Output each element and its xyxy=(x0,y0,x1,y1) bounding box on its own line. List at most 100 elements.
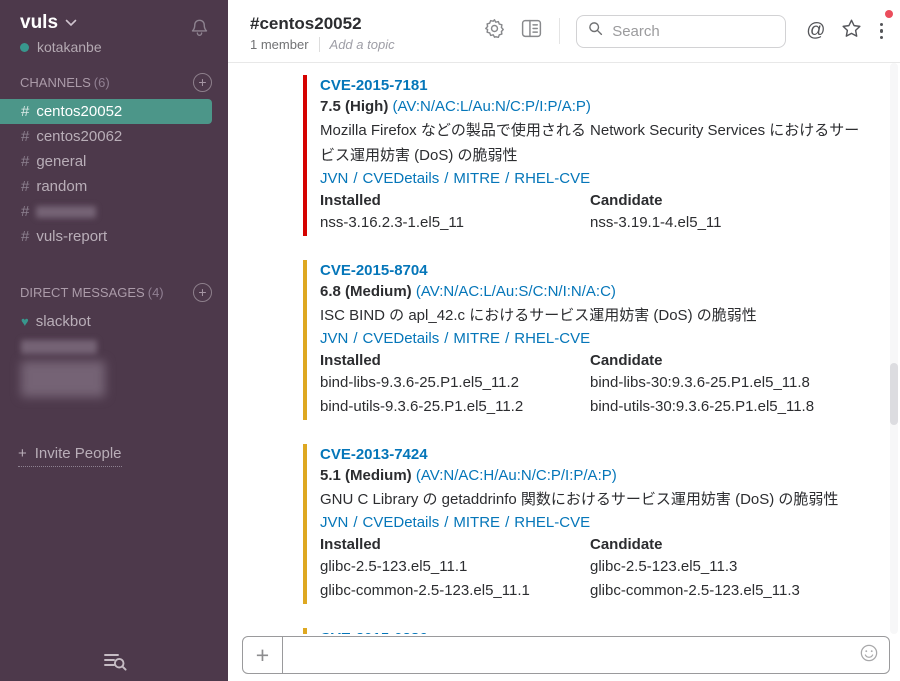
cvedetails-link[interactable]: CVEDetails xyxy=(363,514,440,531)
starred-items-button[interactable] xyxy=(840,17,863,45)
star-icon xyxy=(840,17,863,45)
channel-label: centos20052 xyxy=(36,103,122,120)
sidebar-item-redacted-dm-2[interactable] xyxy=(0,359,212,403)
dm-list: ♥ slackbot xyxy=(0,309,228,403)
cve-link[interactable]: CVE-2013-7424 xyxy=(320,444,872,465)
mentions-button[interactable]: @ xyxy=(806,21,825,41)
mitre-link[interactable]: MITRE xyxy=(453,170,500,187)
cve-link[interactable]: CVE-2015-7181 xyxy=(320,75,872,96)
flexpane-toggle-button[interactable] xyxy=(520,17,543,45)
cve-attachment: CVE-2013-7424 5.1 (Medium) (AV:N/AC:H/Au… xyxy=(303,444,872,604)
jvn-link[interactable]: JVN xyxy=(320,170,348,187)
sidebar-item-general[interactable]: # general xyxy=(0,149,212,174)
candidate-package: glibc-common-2.5-123.el5_11.3 xyxy=(590,580,872,601)
cve-message: CVE-2015-7181 7.5 (High) (AV:N/AC:L/Au:N… xyxy=(303,75,872,236)
hash-icon: # xyxy=(21,128,29,145)
dms-header: DIRECT MESSAGES(4) xyxy=(20,285,164,300)
cve-link[interactable]: CVE-2015-8704 xyxy=(320,260,872,281)
main-panel: #centos20052 1 member Add a topic xyxy=(228,0,900,681)
cve-attachment: CVE-2015-0286 xyxy=(303,628,872,634)
channel-list: # centos20052 # centos20062 # general # … xyxy=(0,99,228,249)
scrollbar-thumb[interactable] xyxy=(890,363,898,425)
sidebar-item-slackbot[interactable]: ♥ slackbot xyxy=(0,309,212,334)
installed-label: Installed xyxy=(320,534,590,556)
member-count[interactable]: 1 member xyxy=(250,37,309,52)
channel-search-icon[interactable] xyxy=(0,650,228,673)
workspace-menu[interactable]: vuls xyxy=(20,12,102,34)
candidate-label: Candidate xyxy=(590,190,872,212)
cvedetails-link[interactable]: CVEDetails xyxy=(363,170,440,187)
sidebar-item-redacted-dm-1[interactable] xyxy=(0,334,212,359)
search-icon xyxy=(588,21,603,41)
sidebar-item-centos20052[interactable]: # centos20052 xyxy=(0,99,212,124)
sidebar-item-random[interactable]: # random xyxy=(0,174,212,199)
dm-label: slackbot xyxy=(36,313,91,330)
cve-link[interactable]: CVE-2015-0286 xyxy=(320,628,872,634)
cve-attachment: CVE-2015-7181 7.5 (High) (AV:N/AC:L/Au:N… xyxy=(303,75,872,236)
jvn-link[interactable]: JVN xyxy=(320,514,348,531)
message-input[interactable] xyxy=(283,637,859,673)
channels-section: CHANNELS(6) + # centos20052 # centos2006… xyxy=(0,73,228,249)
message-list: CVE-2015-7181 7.5 (High) (AV:N/AC:L/Au:N… xyxy=(228,63,900,634)
sidebar-item-centos20062[interactable]: # centos20062 xyxy=(0,124,212,149)
attach-file-button[interactable]: + xyxy=(243,637,283,673)
more-menu-button[interactable] xyxy=(877,21,887,42)
candidate-field: Candidate bind-libs-30:9.3.6-25.P1.el5_1… xyxy=(590,350,872,420)
installed-package: bind-libs-9.3.6-25.P1.el5_11.2 xyxy=(320,372,590,393)
jvn-link[interactable]: JVN xyxy=(320,330,348,347)
invite-people-label: Invite People xyxy=(35,445,122,462)
slack-app: vuls kotakanbe CHANNELS(6) + xyxy=(0,0,900,681)
meta-divider xyxy=(319,37,320,52)
sidebar-item-redacted-channel[interactable]: # xyxy=(0,199,212,224)
workspace-name: vuls xyxy=(20,12,58,34)
mitre-link[interactable]: MITRE xyxy=(453,330,500,347)
installed-label: Installed xyxy=(320,350,590,372)
channel-settings-button[interactable] xyxy=(483,17,506,45)
candidate-package: bind-utils-30:9.3.6-25.P1.el5_11.8 xyxy=(590,396,872,417)
notifications-bell-icon[interactable] xyxy=(189,17,210,44)
channel-label: vuls-report xyxy=(36,228,107,245)
search-box[interactable] xyxy=(576,15,786,48)
current-user[interactable]: kotakanbe xyxy=(20,39,102,55)
emoji-button[interactable] xyxy=(859,643,879,668)
candidate-package: nss-3.19.1-4.el5_11 xyxy=(590,212,872,233)
notification-dot xyxy=(885,10,893,18)
cvss-vector-link[interactable]: (AV:N/AC:L/Au:S/C:N/I:N/A:C) xyxy=(416,283,616,300)
channel-label: random xyxy=(36,178,87,195)
add-topic-button[interactable]: Add a topic xyxy=(330,37,395,52)
current-user-name: kotakanbe xyxy=(37,39,102,55)
add-dm-button[interactable]: + xyxy=(193,283,212,302)
chevron-down-icon xyxy=(65,14,77,32)
cvss-score: 6.8 (Medium) xyxy=(320,283,412,300)
presence-dot xyxy=(20,43,29,52)
cve-reference-links: JVN/CVEDetails/MITRE/RHEL-CVE xyxy=(320,328,872,350)
channels-header: CHANNELS(6) xyxy=(20,75,110,90)
candidate-package: bind-libs-30:9.3.6-25.P1.el5_11.8 xyxy=(590,372,872,393)
workspace-header: vuls kotakanbe xyxy=(0,0,228,55)
cve-message: CVE-2015-0286 xyxy=(303,628,872,634)
sidebar-item-vuls-report[interactable]: # vuls-report xyxy=(0,224,212,249)
dms-count: (4) xyxy=(148,285,164,300)
search-input[interactable] xyxy=(612,23,774,40)
mitre-link[interactable]: MITRE xyxy=(453,514,500,531)
cvedetails-link[interactable]: CVEDetails xyxy=(363,330,440,347)
add-channel-button[interactable]: + xyxy=(193,73,212,92)
rhel-cve-link[interactable]: RHEL-CVE xyxy=(514,170,590,187)
candidate-package: glibc-2.5-123.el5_11.3 xyxy=(590,556,872,577)
candidate-label: Candidate xyxy=(590,350,872,372)
cvss-score: 7.5 (High) xyxy=(320,98,388,115)
rhel-cve-link[interactable]: RHEL-CVE xyxy=(514,330,590,347)
gear-icon xyxy=(483,17,506,45)
cvss-vector-link[interactable]: (AV:N/AC:H/Au:N/C:P/I:P/A:P) xyxy=(416,467,617,484)
details-pane-icon xyxy=(520,17,543,45)
installed-package: nss-3.16.2.3-1.el5_11 xyxy=(320,212,590,233)
invite-people-button[interactable]: + Invite People xyxy=(18,445,228,467)
direct-messages-section: DIRECT MESSAGES(4) + ♥ slackbot xyxy=(0,283,228,403)
redacted-dm-name xyxy=(21,361,105,397)
cvss-vector-link[interactable]: (AV:N/AC:L/Au:N/C:P/I:P/A:P) xyxy=(393,98,591,115)
cve-reference-links: JVN/CVEDetails/MITRE/RHEL-CVE xyxy=(320,512,872,534)
rhel-cve-link[interactable]: RHEL-CVE xyxy=(514,514,590,531)
channel-label: centos20062 xyxy=(36,128,122,145)
installed-package: glibc-2.5-123.el5_11.1 xyxy=(320,556,590,577)
message-input-box: + xyxy=(242,636,890,674)
